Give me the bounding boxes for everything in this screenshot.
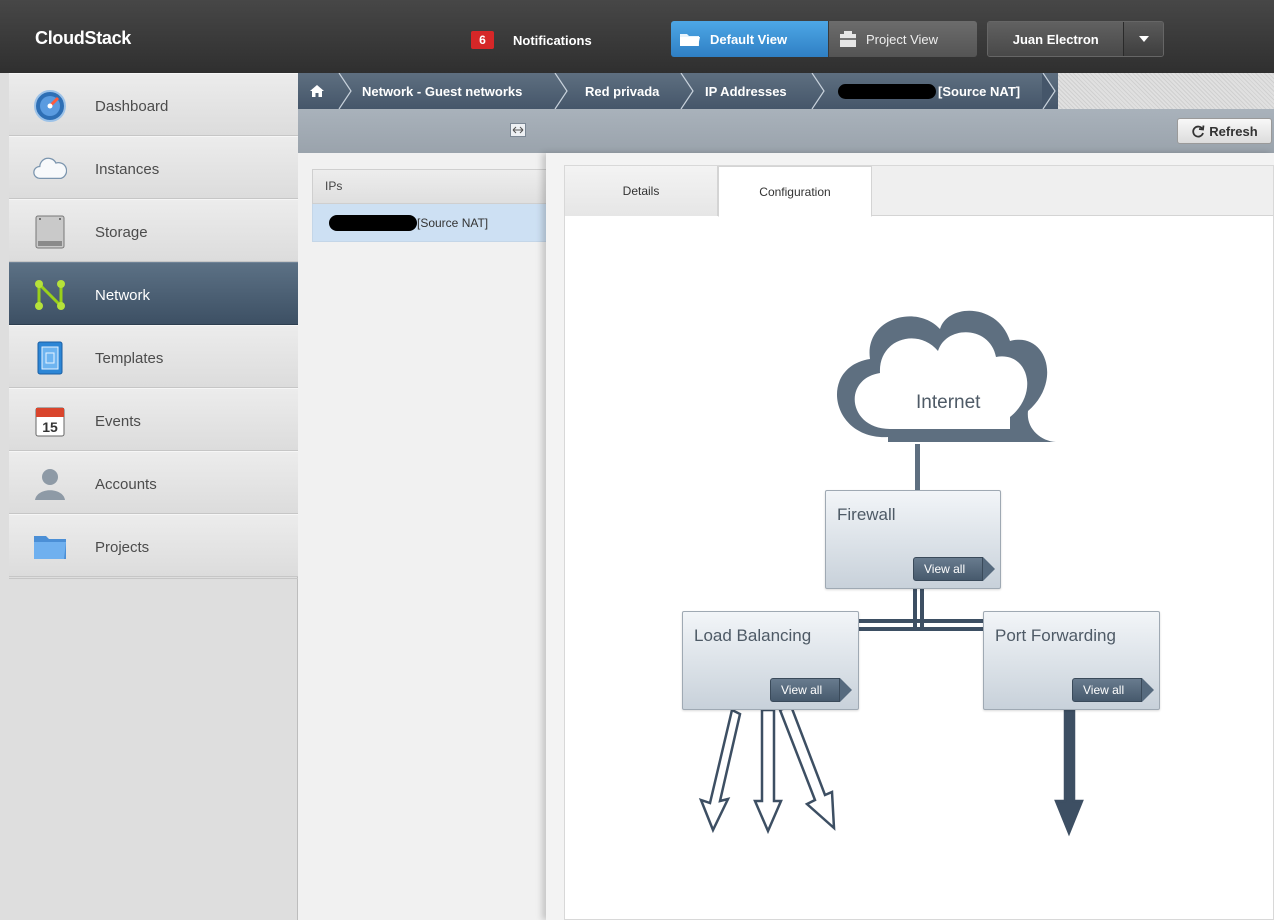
breadcrumb-separator (680, 73, 694, 109)
redacted-ip (838, 83, 936, 99)
sidebar-item-label: Network (95, 287, 151, 304)
firewall-label: Firewall (837, 505, 896, 524)
load-balancing-box: Load Balancing View all (682, 611, 859, 710)
notifications-label[interactable]: Notifications (513, 33, 592, 48)
firewall-box: Firewall View all (825, 490, 1001, 589)
project-icon (839, 30, 857, 48)
internet-cloud-icon: Internet (836, 310, 1056, 442)
sidebar-item-storage[interactable]: Storage (9, 199, 298, 262)
network-icon (33, 278, 67, 312)
breadcrumb-item[interactable]: IP Addresses (705, 73, 787, 109)
view-toggle: Default View Project View (671, 21, 977, 57)
list-toolbar (298, 109, 548, 153)
sidebar-item-label: Instances (95, 161, 160, 178)
ip-row-label: [Source NAT] (417, 215, 489, 230)
breadcrumb-separator (554, 73, 568, 109)
internet-label: Internet (916, 392, 981, 413)
folder-icon (679, 31, 701, 47)
notifications-count-badge[interactable]: 6 (471, 31, 494, 49)
sidebar: Dashboard Instances Storage Network Temp… (0, 73, 298, 920)
calendar-icon: 15 (33, 404, 67, 438)
user-menu: Juan Electron (987, 21, 1164, 57)
default-view-button[interactable]: Default View (671, 21, 828, 57)
detail-toolbar: Refresh (548, 109, 1274, 153)
folder-icon (33, 530, 67, 564)
redacted-ip (329, 214, 417, 231)
breadcrumb-current-label: [Source NAT] (938, 83, 1021, 99)
sidebar-item-label: Accounts (95, 476, 157, 493)
hard-drive-icon (33, 215, 67, 249)
template-icon (33, 341, 67, 375)
home-icon (310, 85, 324, 97)
cloud-icon (33, 152, 67, 186)
ip-list-row[interactable]: [Source NAT] (312, 204, 548, 242)
sidebar-item-instances[interactable]: Instances (9, 136, 298, 199)
breadcrumb-item-current[interactable]: [Source NAT] (838, 73, 1020, 109)
dashboard-gauge-icon (33, 89, 67, 123)
expand-arrows-icon (512, 126, 524, 134)
top-header: CloudStack 6 Notifications Default View … (0, 0, 1274, 73)
refresh-label: Refresh (1209, 123, 1258, 139)
sidebar-item-label: Projects (95, 539, 150, 556)
breadcrumb-home[interactable] (310, 73, 334, 109)
expand-panel-button[interactable] (510, 123, 526, 137)
sidebar-item-label: Events (95, 413, 141, 430)
sidebar-item-projects[interactable]: Projects (9, 514, 298, 577)
ip-list-table: IPs [Source NAT] (312, 169, 548, 242)
sidebar-item-accounts[interactable]: Accounts (9, 451, 298, 514)
sidebar-item-label: Storage (95, 224, 148, 241)
breadcrumb-item[interactable]: Red privada (585, 73, 659, 109)
app-logo[interactable]: CloudStack (35, 28, 131, 49)
port-forwarding-label: Port Forwarding (995, 626, 1116, 645)
breadcrumb-separator (338, 73, 352, 109)
firewall-view-all-button[interactable]: View all (913, 557, 995, 581)
project-view-label: Project View (866, 31, 939, 47)
sidebar-item-network[interactable]: Network (9, 262, 298, 325)
sidebar-item-dashboard[interactable]: Dashboard (9, 73, 298, 136)
project-view-button[interactable]: Project View (828, 21, 977, 57)
breadcrumb: Network - Guest networks Red privada IP … (298, 73, 1274, 109)
port-forwarding-view-all-button[interactable]: View all (1072, 678, 1154, 702)
refresh-icon (1192, 125, 1205, 138)
network-diagram: Internet Firewall View all Load Balancin… (548, 153, 1274, 920)
sidebar-item-label: Templates (95, 350, 164, 367)
load-balancing-label: Load Balancing (694, 626, 812, 645)
port-forwarding-box: Port Forwarding View all (983, 611, 1160, 710)
chevron-down-icon (1138, 36, 1149, 42)
default-view-label: Default View (710, 31, 788, 47)
breadcrumb-separator (811, 73, 825, 109)
port-forwarding-arrow (1054, 708, 1084, 837)
user-name-button[interactable]: Juan Electron (988, 22, 1124, 56)
refresh-button[interactable]: Refresh (1177, 118, 1272, 144)
notifications[interactable]: 6 Notifications (471, 31, 592, 49)
sidebar-item-label: Dashboard (95, 98, 169, 115)
sidebar-divider (9, 578, 298, 579)
ip-list-panel: IPs [Source NAT] (298, 153, 548, 920)
breadcrumb-end-arrow (1042, 73, 1056, 109)
user-icon (33, 467, 67, 501)
sidebar-item-events[interactable]: 15 Events (9, 388, 298, 451)
breadcrumb-item[interactable]: Network - Guest networks (362, 73, 522, 109)
user-dropdown-button[interactable] (1123, 22, 1163, 56)
load-balancing-view-all-button[interactable]: View all (770, 678, 852, 702)
load-balancing-arrows (698, 704, 836, 835)
sidebar-item-templates[interactable]: Templates (9, 325, 298, 388)
calendar-day-number: 15 (42, 419, 58, 435)
ip-list-header: IPs (312, 169, 548, 204)
